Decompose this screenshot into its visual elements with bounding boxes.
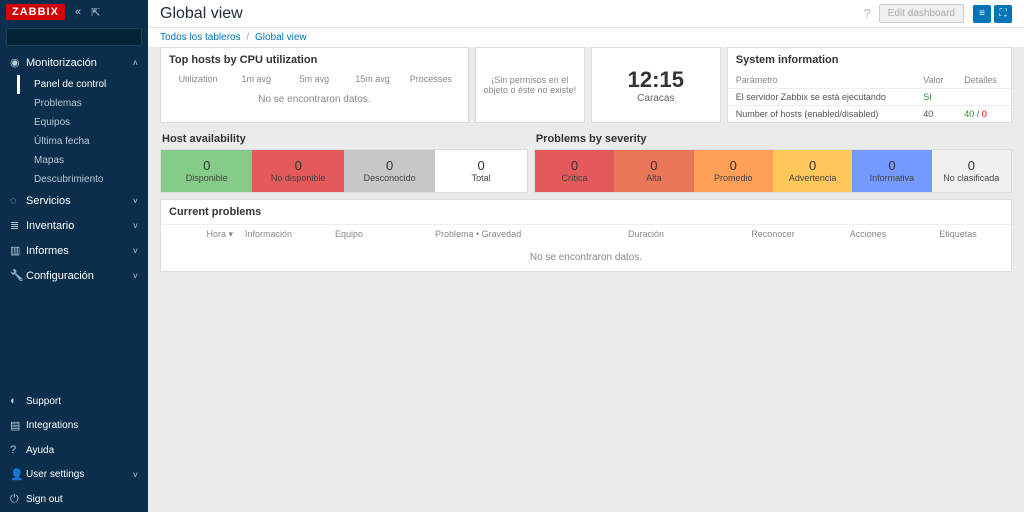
nav-monitorizacion[interactable]: ◉ Monitorización ˄: [0, 50, 148, 75]
tile-promedio[interactable]: 0Promedio: [694, 150, 773, 192]
sidebar-item-descubrimiento[interactable]: Descubrimiento: [20, 170, 148, 189]
main: Global view ? Edit dashboard ≡ ⛶ Todos l…: [148, 0, 1024, 512]
inventory-icon: ≣: [10, 219, 26, 232]
widget-system-info: System information ParámetroValorDetalle…: [727, 47, 1012, 123]
sidebar: ZABBIX « ⇱ 🔍 ◉ Monitorización ˄ Panel de…: [0, 0, 148, 512]
power-icon: ⏻: [10, 493, 26, 506]
nav-support[interactable]: ◐Support: [0, 389, 148, 413]
problems-columns: Hora ▾ Información Equipo Problema • Gra…: [161, 224, 1011, 244]
breadcrumb: Todos los tableros / Global view: [148, 28, 1024, 47]
tile-no-clasificada[interactable]: 0No clasificada: [932, 150, 1011, 192]
reports-icon: ▥: [10, 244, 26, 257]
widget-current-problems: Current problems Hora ▾ Información Equi…: [160, 199, 1012, 272]
nav: ◉ Monitorización ˄ Panel de control Prob…: [0, 50, 148, 389]
widget-top-hosts-cpu: Top hosts by CPU utilization Utilization…: [160, 47, 469, 123]
nav-signout[interactable]: ⏻Sign out: [0, 487, 148, 512]
support-icon: ◐: [10, 395, 26, 407]
tile-alta[interactable]: 0Alta: [614, 150, 693, 192]
widget-clock: 12:15 Caracas: [591, 47, 721, 123]
nav-servicios[interactable]: ◌ Servicios ˅: [0, 189, 148, 213]
sidebar-item-panel[interactable]: Panel de control: [17, 75, 148, 94]
clock-tz: Caracas: [637, 93, 674, 104]
widget-host-availability: 0Disponible0No disponible0Desconocido0To…: [160, 149, 528, 193]
nav-bottom: ◐Support ▤Integrations ?Ayuda 👤User sett…: [0, 389, 148, 512]
nav-informes[interactable]: ▥ Informes ˅: [0, 238, 148, 263]
tile-total[interactable]: 0Total: [435, 150, 526, 192]
sidebar-item-problemas[interactable]: Problemas: [20, 94, 148, 113]
sidebar-item-equipos[interactable]: Equipos: [20, 113, 148, 132]
cpu-empty: No se encontraron datos.: [161, 86, 468, 113]
nav-integrations[interactable]: ▤Integrations: [0, 413, 148, 438]
page-title: Global view: [160, 5, 863, 23]
widget-no-permission: ¡Sin permisos en el objeto o éste no exi…: [475, 47, 585, 123]
help-icon: ?: [10, 444, 26, 456]
integrations-icon: ▤: [10, 419, 26, 432]
config-icon: 🔧: [10, 269, 26, 282]
sidebar-item-ultima[interactable]: Última fecha: [20, 132, 148, 151]
nav-sub-monitorizacion: Panel de control Problemas Equipos Últim…: [0, 75, 148, 189]
sidebar-item-mapas[interactable]: Mapas: [20, 151, 148, 170]
table-row: El servidor Zabbix se está ejecutandoSí: [728, 89, 1011, 106]
nav-ayuda[interactable]: ?Ayuda: [0, 438, 148, 462]
tile-no-disponible[interactable]: 0No disponible: [252, 150, 343, 192]
tile-informativa[interactable]: 0Informativa: [852, 150, 931, 192]
services-icon: ◌: [10, 195, 26, 207]
popout-icon[interactable]: ⇱: [91, 6, 100, 19]
table-row: Number of hosts (enabled/disabled)4040 /…: [728, 106, 1011, 123]
collapse-icon[interactable]: «: [75, 6, 81, 18]
header: Global view ? Edit dashboard ≡ ⛶: [148, 0, 1024, 28]
tile-advertencia[interactable]: 0Advertencia: [773, 150, 852, 192]
clock-time: 12:15: [628, 67, 684, 93]
avail-title: Host availability: [160, 129, 528, 149]
nav-user[interactable]: 👤User settings˅: [0, 462, 148, 487]
widget-title: Top hosts by CPU utilization: [161, 48, 468, 72]
logo-bar: ZABBIX « ⇱: [0, 0, 148, 24]
help-icon[interactable]: ?: [863, 6, 870, 21]
nav-configuracion[interactable]: 🔧 Configuración ˅: [0, 263, 148, 288]
sev-title: Problems by severity: [534, 129, 1012, 149]
widget-problems-severity: 0Crítica0Alta0Promedio0Advertencia0Infor…: [534, 149, 1012, 193]
nav-inventario[interactable]: ≣ Inventario ˅: [0, 213, 148, 238]
nav-label: Monitorización: [26, 57, 133, 69]
brand-logo[interactable]: ZABBIX: [6, 4, 65, 20]
crumb-current[interactable]: Global view: [255, 32, 307, 43]
content: Top hosts by CPU utilization Utilization…: [148, 47, 1024, 512]
chevron-down-icon: ˅: [133, 196, 138, 206]
problems-empty: No se encontraron datos.: [161, 244, 1011, 271]
list-view-button[interactable]: ≡: [973, 5, 991, 23]
edit-dashboard-button[interactable]: Edit dashboard: [879, 4, 964, 23]
cpu-columns: Utilization 1m avg 5m avg 15m avg Proces…: [161, 72, 468, 86]
eye-icon: ◉: [10, 56, 26, 69]
crumb-all[interactable]: Todos los tableros: [160, 32, 241, 43]
col-hora[interactable]: Hora ▾: [169, 229, 239, 240]
chevron-up-icon: ˄: [133, 58, 138, 68]
fullscreen-button[interactable]: ⛶: [994, 5, 1012, 23]
tile-desconocido[interactable]: 0Desconocido: [344, 150, 435, 192]
user-icon: 👤: [10, 468, 26, 481]
tile-disponible[interactable]: 0Disponible: [161, 150, 252, 192]
tile-crítica[interactable]: 0Crítica: [535, 150, 614, 192]
search-input[interactable]: [7, 32, 147, 43]
search-input-wrap[interactable]: 🔍: [6, 28, 142, 46]
